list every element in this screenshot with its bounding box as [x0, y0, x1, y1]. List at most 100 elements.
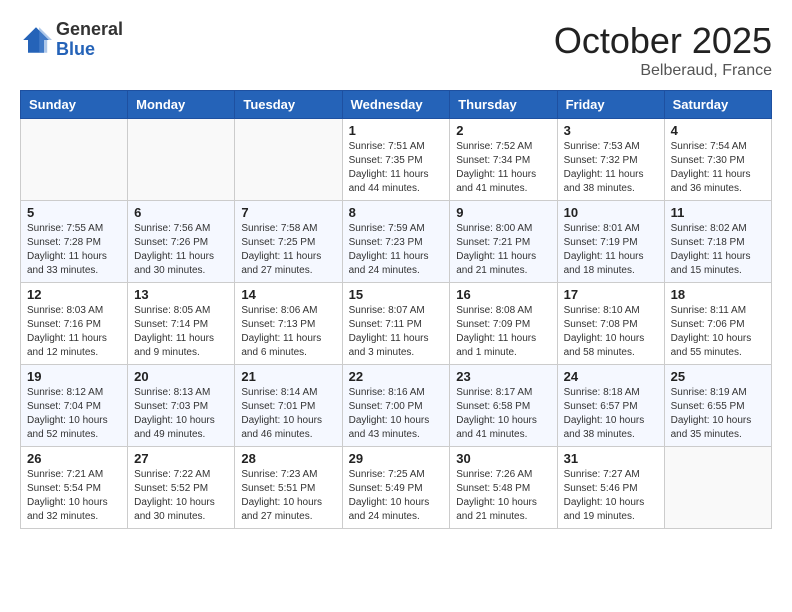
day-info: Sunrise: 8:03 AM Sunset: 7:16 PM Dayligh… — [27, 304, 121, 360]
day-info: Sunrise: 8:19 AM Sunset: 6:55 PM Dayligh… — [671, 386, 765, 442]
day-cell: 9 Sunrise: 8:00 AM Sunset: 7:21 PM Daylig… — [450, 201, 557, 283]
day-cell: 29Sunrise: 7:25 AM Sunset: 5:49 PM Dayli… — [342, 447, 450, 529]
weekday-header-thursday: Thursday — [450, 91, 557, 119]
day-info: Sunrise: 8:01 AM Sunset: 7:19 PM Dayligh… — [564, 222, 658, 278]
day-info: Sunrise: 7:58 AM Sunset: 7:25 PM Dayligh… — [241, 222, 335, 278]
day-cell: 27 Sunrise: 7:22 AM Sunset: 5:52 PM Dayli… — [128, 447, 235, 529]
day-number: 6 — [134, 205, 228, 220]
day-cell: 16 Sunrise: 8:08 AM Sunset: 7:09 PM Dayli… — [450, 283, 557, 365]
day-info: Sunrise: 8:10 AM Sunset: 7:08 PM Dayligh… — [564, 304, 658, 360]
day-cell: 10 Sunrise: 8:01 AM Sunset: 7:19 PM Dayli… — [557, 201, 664, 283]
day-info: Sunrise: 7:52 AM Sunset: 7:34 PM Dayligh… — [456, 140, 550, 196]
day-number: 21 — [241, 369, 335, 384]
day-cell: 20 Sunrise: 8:13 AM Sunset: 7:03 PM Dayli… — [128, 365, 235, 447]
day-info: Sunrise: 8:07 AM Sunset: 7:11 PM Dayligh… — [349, 304, 444, 360]
day-cell: 12 Sunrise: 8:03 AM Sunset: 7:16 PM Dayli… — [21, 283, 128, 365]
day-info: Sunrise: 7:22 AM Sunset: 5:52 PM Dayligh… — [134, 468, 228, 524]
day-cell: 15 Sunrise: 8:07 AM Sunset: 7:11 PM Dayli… — [342, 283, 450, 365]
day-cell: 30 Sunrise: 7:26 AM Sunset: 5:48 PM Dayli… — [450, 447, 557, 529]
day-cell: 8 Sunrise: 7:59 AM Sunset: 7:23 PM Daylig… — [342, 201, 450, 283]
day-number: 29 — [349, 451, 444, 466]
day-cell: 1Sunrise: 7:51 AM Sunset: 7:35 PM Daylig… — [342, 119, 450, 201]
week-row-4: 19Sunrise: 8:12 AM Sunset: 7:04 PM Dayli… — [21, 365, 772, 447]
day-number: 10 — [564, 205, 658, 220]
day-cell: 3 Sunrise: 7:53 AM Sunset: 7:32 PM Daylig… — [557, 119, 664, 201]
day-number: 26 — [27, 451, 121, 466]
day-info: Sunrise: 8:00 AM Sunset: 7:21 PM Dayligh… — [456, 222, 550, 278]
day-cell: 6Sunrise: 7:56 AM Sunset: 7:26 PM Daylig… — [128, 201, 235, 283]
week-row-3: 12 Sunrise: 8:03 AM Sunset: 7:16 PM Dayli… — [21, 283, 772, 365]
day-cell: 21Sunrise: 8:14 AM Sunset: 7:01 PM Dayli… — [235, 365, 342, 447]
day-number: 18 — [671, 287, 765, 302]
day-number: 31 — [564, 451, 658, 466]
logo-blue: Blue — [56, 40, 123, 60]
day-cell: 31 Sunrise: 7:27 AM Sunset: 5:46 PM Dayli… — [557, 447, 664, 529]
day-number: 27 — [134, 451, 228, 466]
day-number: 7 — [241, 205, 335, 220]
day-info: Sunrise: 7:27 AM Sunset: 5:46 PM Dayligh… — [564, 468, 658, 524]
day-cell — [21, 119, 128, 201]
day-cell: 28Sunrise: 7:23 AM Sunset: 5:51 PM Dayli… — [235, 447, 342, 529]
day-cell: 19Sunrise: 8:12 AM Sunset: 7:04 PM Dayli… — [21, 365, 128, 447]
day-info: Sunrise: 7:23 AM Sunset: 5:51 PM Dayligh… — [241, 468, 335, 524]
day-cell — [235, 119, 342, 201]
day-cell: 18 Sunrise: 8:11 AM Sunset: 7:06 PM Dayli… — [664, 283, 771, 365]
day-cell: 14Sunrise: 8:06 AM Sunset: 7:13 PM Dayli… — [235, 283, 342, 365]
weekday-header-tuesday: Tuesday — [235, 91, 342, 119]
day-number: 11 — [671, 205, 765, 220]
logo-icon — [20, 24, 52, 56]
logo: General Blue — [20, 20, 123, 60]
day-number: 17 — [564, 287, 658, 302]
day-number: 23 — [456, 369, 550, 384]
day-number: 19 — [27, 369, 121, 384]
day-info: Sunrise: 8:13 AM Sunset: 7:03 PM Dayligh… — [134, 386, 228, 442]
day-cell: 22 Sunrise: 8:16 AM Sunset: 7:00 PM Dayli… — [342, 365, 450, 447]
weekday-header-monday: Monday — [128, 91, 235, 119]
day-number: 30 — [456, 451, 550, 466]
day-info: Sunrise: 8:02 AM Sunset: 7:18 PM Dayligh… — [671, 222, 765, 278]
weekday-header-sunday: Sunday — [21, 91, 128, 119]
day-cell — [664, 447, 771, 529]
day-info: Sunrise: 8:16 AM Sunset: 7:00 PM Dayligh… — [349, 386, 444, 442]
month-title: October 2025 — [554, 20, 772, 62]
weekday-header-wednesday: Wednesday — [342, 91, 450, 119]
day-number: 16 — [456, 287, 550, 302]
day-number: 20 — [134, 369, 228, 384]
day-number: 4 — [671, 123, 765, 138]
day-info: Sunrise: 7:26 AM Sunset: 5:48 PM Dayligh… — [456, 468, 550, 524]
day-cell: 7 Sunrise: 7:58 AM Sunset: 7:25 PM Daylig… — [235, 201, 342, 283]
day-number: 13 — [134, 287, 228, 302]
day-cell: 11 Sunrise: 8:02 AM Sunset: 7:18 PM Dayli… — [664, 201, 771, 283]
day-info: Sunrise: 7:53 AM Sunset: 7:32 PM Dayligh… — [564, 140, 658, 196]
weekday-header-friday: Friday — [557, 91, 664, 119]
title-block: October 2025 Belberaud, France — [554, 20, 772, 80]
day-cell: 5Sunrise: 7:55 AM Sunset: 7:28 PM Daylig… — [21, 201, 128, 283]
day-number: 12 — [27, 287, 121, 302]
day-number: 2 — [456, 123, 550, 138]
day-cell: 26 Sunrise: 7:21 AM Sunset: 5:54 PM Dayli… — [21, 447, 128, 529]
day-cell — [128, 119, 235, 201]
day-cell: 25Sunrise: 8:19 AM Sunset: 6:55 PM Dayli… — [664, 365, 771, 447]
day-number: 24 — [564, 369, 658, 384]
day-info: Sunrise: 7:55 AM Sunset: 7:28 PM Dayligh… — [27, 222, 121, 278]
day-number: 8 — [349, 205, 444, 220]
day-info: Sunrise: 7:21 AM Sunset: 5:54 PM Dayligh… — [27, 468, 121, 524]
calendar: SundayMondayTuesdayWednesdayThursdayFrid… — [20, 90, 772, 529]
day-number: 3 — [564, 123, 658, 138]
day-number: 9 — [456, 205, 550, 220]
day-info: Sunrise: 8:18 AM Sunset: 6:57 PM Dayligh… — [564, 386, 658, 442]
weekday-header-saturday: Saturday — [664, 91, 771, 119]
day-info: Sunrise: 7:59 AM Sunset: 7:23 PM Dayligh… — [349, 222, 444, 278]
day-info: Sunrise: 8:17 AM Sunset: 6:58 PM Dayligh… — [456, 386, 550, 442]
day-cell: 4Sunrise: 7:54 AM Sunset: 7:30 PM Daylig… — [664, 119, 771, 201]
page-header: General Blue October 2025 Belberaud, Fra… — [20, 20, 772, 80]
weekday-header-row: SundayMondayTuesdayWednesdayThursdayFrid… — [21, 91, 772, 119]
day-info: Sunrise: 8:08 AM Sunset: 7:09 PM Dayligh… — [456, 304, 550, 360]
day-cell: 17 Sunrise: 8:10 AM Sunset: 7:08 PM Dayli… — [557, 283, 664, 365]
day-info: Sunrise: 8:11 AM Sunset: 7:06 PM Dayligh… — [671, 304, 765, 360]
day-number: 15 — [349, 287, 444, 302]
logo-general: General — [56, 20, 123, 40]
location: Belberaud, France — [554, 62, 772, 80]
day-number: 22 — [349, 369, 444, 384]
day-info: Sunrise: 7:51 AM Sunset: 7:35 PM Dayligh… — [349, 140, 444, 196]
